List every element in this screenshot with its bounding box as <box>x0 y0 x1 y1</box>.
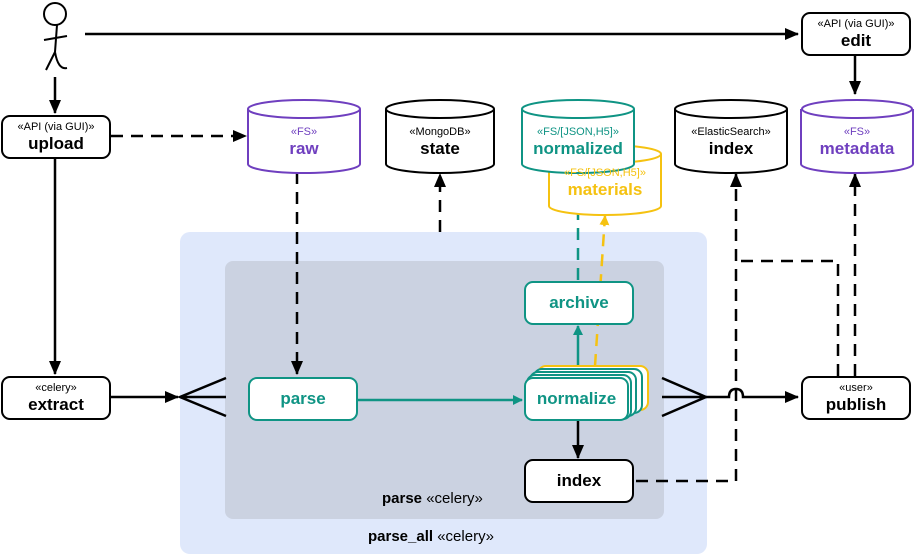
group-parse-all-name: parse_all <box>368 528 434 545</box>
group-parse-label: parse «celery» <box>382 490 483 507</box>
store-normalized-stereotype: «FS/[JSON,H5]» <box>537 125 619 138</box>
node-extract[interactable]: «celery» extract <box>1 376 111 420</box>
node-edit-title: edit <box>840 30 872 50</box>
edge-fork-publish <box>706 387 799 403</box>
store-index: «ElasticSearch» index <box>675 120 787 164</box>
group-parse-name: parse <box>382 490 423 507</box>
node-archive-title: archive <box>549 293 609 312</box>
store-state: «MongoDB» state <box>386 120 494 164</box>
store-materials-title: materials <box>567 179 643 199</box>
node-parse[interactable]: parse <box>248 377 358 421</box>
edge-publish-es <box>736 259 840 376</box>
node-edit[interactable]: «API (via GUI)» edit <box>801 12 911 56</box>
store-metadata-title: metadata <box>819 138 895 158</box>
node-publish[interactable]: «user» publish <box>801 376 911 420</box>
node-normalize[interactable]: normalize <box>524 377 629 421</box>
node-publish-title: publish <box>825 394 887 414</box>
store-normalized-title: normalized <box>533 138 623 158</box>
diagram-canvas <box>43 2 914 554</box>
node-parse-title: parse <box>280 389 326 408</box>
store-normalized: «FS/[JSON,H5]» normalized <box>522 120 634 164</box>
store-state-stereotype: «MongoDB» <box>409 125 471 138</box>
node-normalize-title: normalize <box>536 389 617 408</box>
store-materials: «FS/[JSON,H5]» materials <box>549 163 661 203</box>
store-state-title: state <box>420 138 460 158</box>
node-archive[interactable]: archive <box>524 281 634 325</box>
store-index-stereotype: «ElasticSearch» <box>691 125 771 138</box>
store-raw-stereotype: «FS» <box>290 125 318 138</box>
group-parse-all-label: parse_all «celery» <box>368 528 494 545</box>
node-upload[interactable]: «API (via GUI)» upload <box>1 115 111 159</box>
store-metadata: «FS» metadata <box>801 120 913 164</box>
node-upload-stereotype: «API (via GUI)» <box>17 120 95 133</box>
stick-figure-icon <box>43 2 68 71</box>
store-raw: «FS» raw <box>248 120 360 164</box>
group-parse-all-stereotype: «celery» <box>437 528 494 545</box>
node-extract-title: extract <box>28 394 84 414</box>
node-index-task[interactable]: index <box>524 459 634 503</box>
node-extract-stereotype: «celery» <box>35 381 77 394</box>
group-parse-stereotype: «celery» <box>426 490 483 507</box>
store-materials-stereotype: «FS/[JSON,H5]» <box>564 166 646 179</box>
node-upload-title: upload <box>28 133 84 153</box>
store-raw-title: raw <box>289 138 319 158</box>
node-edit-stereotype: «API (via GUI)» <box>817 17 895 30</box>
store-index-title: index <box>708 138 754 158</box>
node-publish-stereotype: «user» <box>839 381 873 394</box>
node-index-task-title: index <box>556 471 602 490</box>
store-metadata-stereotype: «FS» <box>843 125 871 138</box>
